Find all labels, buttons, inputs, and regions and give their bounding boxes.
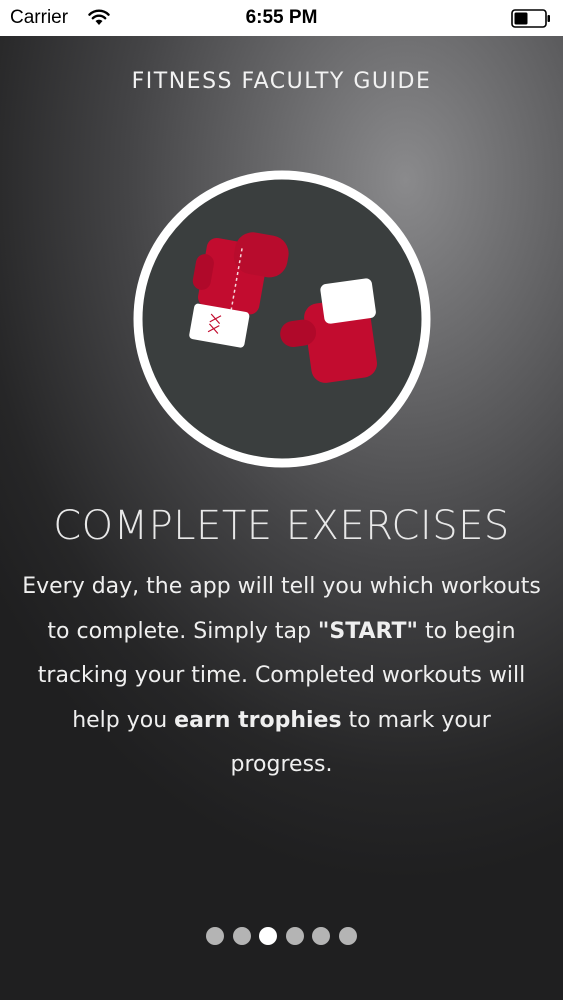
- section-heading: COMPLETE EXERCISES: [53, 503, 510, 549]
- boxing-gloves-icon: [133, 170, 431, 468]
- app-title: FITNESS FACULTY GUIDE: [131, 69, 432, 94]
- status-bar: Carrier 6:55 PM: [0, 0, 563, 36]
- page-dot[interactable]: [312, 927, 331, 945]
- section-description: Every day, the app will tell you which w…: [18, 565, 545, 788]
- page-dot[interactable]: [232, 927, 251, 945]
- status-time: 6:55 PM: [245, 7, 318, 28]
- battery-icon: [511, 9, 550, 28]
- trophies-emphasis: earn trophies: [174, 707, 342, 733]
- start-emphasis: "START": [317, 618, 418, 644]
- page-dot-active[interactable]: [259, 927, 278, 945]
- page-dot[interactable]: [285, 927, 304, 945]
- page-dot[interactable]: [206, 927, 225, 945]
- page-dot[interactable]: [338, 927, 357, 945]
- page-indicator[interactable]: [0, 927, 563, 947]
